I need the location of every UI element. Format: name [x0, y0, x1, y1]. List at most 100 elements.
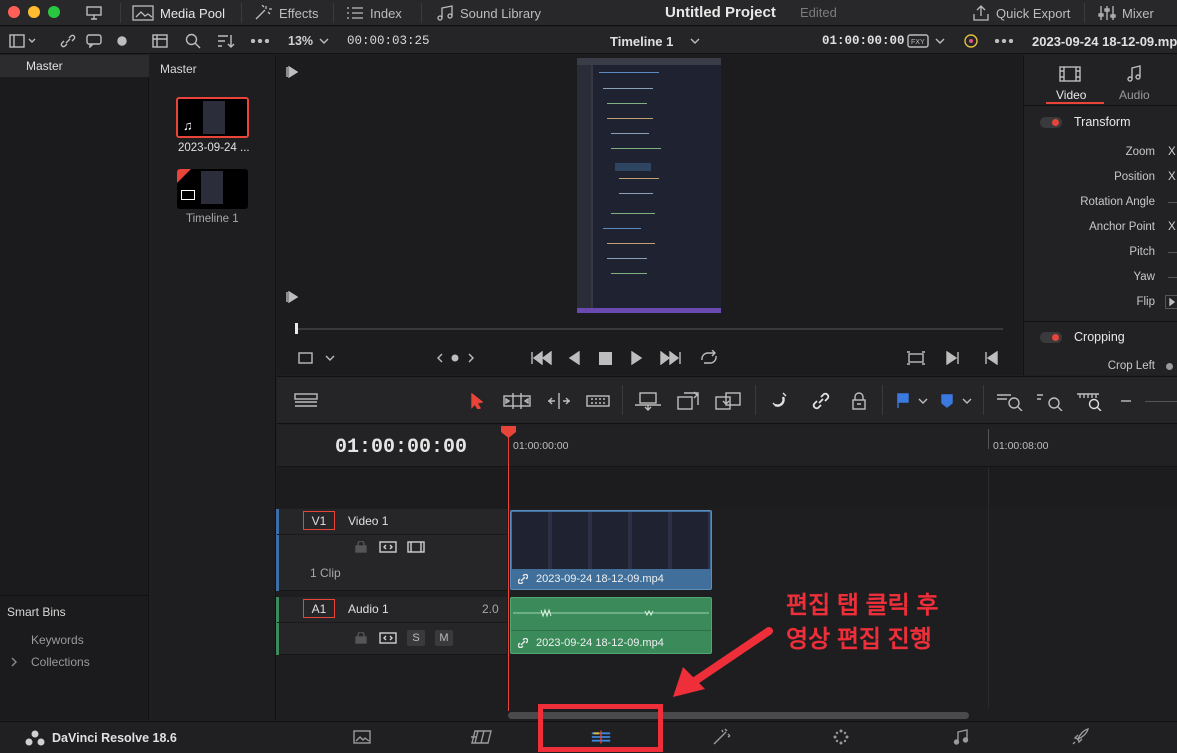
comment-icon[interactable]	[84, 33, 104, 49]
chevron-down-icon[interactable]	[961, 396, 973, 406]
trim-edit-icon[interactable]	[502, 392, 532, 410]
insert-clip-icon[interactable]	[633, 390, 663, 412]
solo-button[interactable]: S	[407, 630, 425, 646]
fusion-page-icon[interactable]	[710, 727, 732, 747]
chevron-down-icon[interactable]	[318, 35, 330, 47]
auto-track-select-icon[interactable]	[378, 631, 398, 645]
minimize-window-button[interactable]	[28, 6, 40, 18]
timeline-zoom-slider[interactable]	[1145, 401, 1177, 402]
zoom-full-icon[interactable]	[995, 390, 1025, 412]
mixer-button[interactable]: Mixer	[1098, 0, 1154, 26]
chevron-right-icon[interactable]	[466, 352, 476, 364]
play-marker-icon[interactable]	[285, 290, 299, 304]
quick-export-button[interactable]: Quick Export	[972, 0, 1070, 26]
search-icon[interactable]	[184, 33, 202, 49]
timeline-ruler[interactable]	[507, 425, 1177, 467]
next-edit-icon[interactable]	[945, 350, 961, 366]
index-button[interactable]: Index	[346, 0, 402, 26]
inspector-tab-video[interactable]: Video	[1056, 88, 1086, 102]
sort-icon[interactable]	[216, 33, 236, 49]
chevron-left-icon[interactable]	[435, 352, 445, 364]
cropping-toggle[interactable]	[1040, 332, 1062, 343]
fx-bypass-icon[interactable]: FXY	[906, 34, 930, 48]
sidebar-toggle-icon[interactable]	[8, 33, 38, 49]
music-note-icon[interactable]	[1124, 64, 1144, 84]
linked-selection-icon[interactable]	[809, 390, 833, 412]
rotation-slider[interactable]	[1168, 202, 1177, 203]
lock-icon[interactable]	[354, 631, 368, 645]
mute-button[interactable]: M	[435, 630, 453, 646]
jump-to-start-icon[interactable]	[529, 350, 553, 366]
sound-library-button[interactable]: Sound Library	[436, 0, 541, 26]
marker-icon[interactable]	[939, 392, 955, 410]
audio-track-header[interactable]: A1 Audio 1 2.0 S M	[276, 597, 507, 655]
zoom-out-icon[interactable]	[1119, 394, 1133, 408]
dynamic-trim-icon[interactable]	[545, 392, 573, 410]
prev-edit-icon[interactable]	[983, 350, 999, 366]
replace-clip-icon[interactable]	[713, 390, 743, 412]
scrubber-playhead[interactable]	[295, 323, 298, 334]
inspector-tab-audio[interactable]: Audio	[1119, 88, 1150, 102]
video-track-header[interactable]: V1 Video 1 1 Clip	[276, 509, 507, 591]
timeline-view-options-icon[interactable]	[293, 392, 319, 410]
film-strip-icon[interactable]	[1058, 65, 1082, 83]
dot-icon[interactable]	[449, 352, 461, 364]
stop-icon[interactable]	[597, 350, 613, 366]
yaw-slider[interactable]	[1168, 277, 1177, 278]
viewer-frame[interactable]	[577, 58, 721, 313]
media-page-icon[interactable]	[351, 727, 373, 747]
play-reverse-icon[interactable]	[566, 350, 582, 366]
viewer-scrubber[interactable]	[295, 328, 1003, 330]
chevron-down-icon[interactable]	[917, 396, 929, 406]
keywords-bin[interactable]: Keywords	[31, 633, 84, 647]
cut-page-icon[interactable]	[470, 727, 492, 747]
zoom-window-button[interactable]	[48, 6, 60, 18]
auto-track-select-icon[interactable]	[378, 540, 398, 554]
audio-track-id[interactable]: A1	[303, 599, 335, 618]
video-track-id[interactable]: V1	[303, 511, 335, 530]
video-clip[interactable]: 2023-09-24 18-12-09.mp4	[510, 510, 712, 590]
zoom-detail-icon[interactable]	[1035, 390, 1065, 412]
play-icon[interactable]	[629, 350, 645, 366]
transform-toggle[interactable]	[1040, 117, 1062, 128]
more-options-icon[interactable]	[994, 33, 1014, 49]
grid-view-icon[interactable]	[150, 33, 170, 49]
viewer-zoom-select[interactable]: 13%	[288, 34, 313, 48]
color-wheel-icon[interactable]	[961, 32, 981, 50]
chevron-right-icon[interactable]	[9, 657, 19, 667]
media-pool-clip-timeline[interactable]	[177, 169, 248, 209]
fairlight-page-icon[interactable]	[950, 727, 972, 747]
position-lock-icon[interactable]	[849, 390, 869, 412]
lock-icon[interactable]	[354, 540, 368, 554]
snapping-magnet-icon[interactable]	[769, 390, 793, 412]
chevron-down-icon[interactable]	[689, 35, 701, 47]
pitch-slider[interactable]	[1168, 252, 1177, 253]
link-icon[interactable]	[58, 33, 78, 49]
presentation-icon[interactable]	[84, 3, 104, 23]
close-window-button[interactable]	[8, 6, 20, 18]
media-pool-button[interactable]: Media Pool	[132, 0, 225, 26]
jump-to-end-icon[interactable]	[659, 350, 683, 366]
loop-icon[interactable]	[698, 349, 720, 367]
flip-horizontal-button[interactable]	[1165, 295, 1177, 309]
match-frame-icon[interactable]	[905, 350, 927, 366]
dot-icon[interactable]	[114, 33, 130, 49]
media-pool-clip-video[interactable]: ♫	[176, 97, 249, 138]
color-page-icon[interactable]	[830, 727, 852, 747]
blade-tool-icon[interactable]	[585, 392, 611, 410]
more-options-icon[interactable]	[250, 33, 270, 49]
timeline-select[interactable]: Timeline 1	[610, 34, 673, 49]
effects-button[interactable]: Effects	[253, 0, 319, 26]
play-marker-icon[interactable]	[285, 65, 299, 79]
flag-icon[interactable]	[895, 392, 911, 410]
chevron-down-icon[interactable]	[934, 35, 946, 47]
zoom-custom-icon[interactable]	[1075, 390, 1105, 412]
master-bin[interactable]: Master	[0, 55, 149, 77]
edit-page-icon[interactable]	[590, 727, 612, 747]
overwrite-clip-icon[interactable]	[675, 390, 701, 412]
crop-left-slider[interactable]	[1166, 363, 1173, 370]
deliver-page-icon[interactable]	[1069, 727, 1091, 747]
selection-tool-icon[interactable]	[469, 392, 485, 410]
collections-bin[interactable]: Collections	[31, 655, 90, 669]
film-strip-icon[interactable]	[406, 540, 426, 554]
